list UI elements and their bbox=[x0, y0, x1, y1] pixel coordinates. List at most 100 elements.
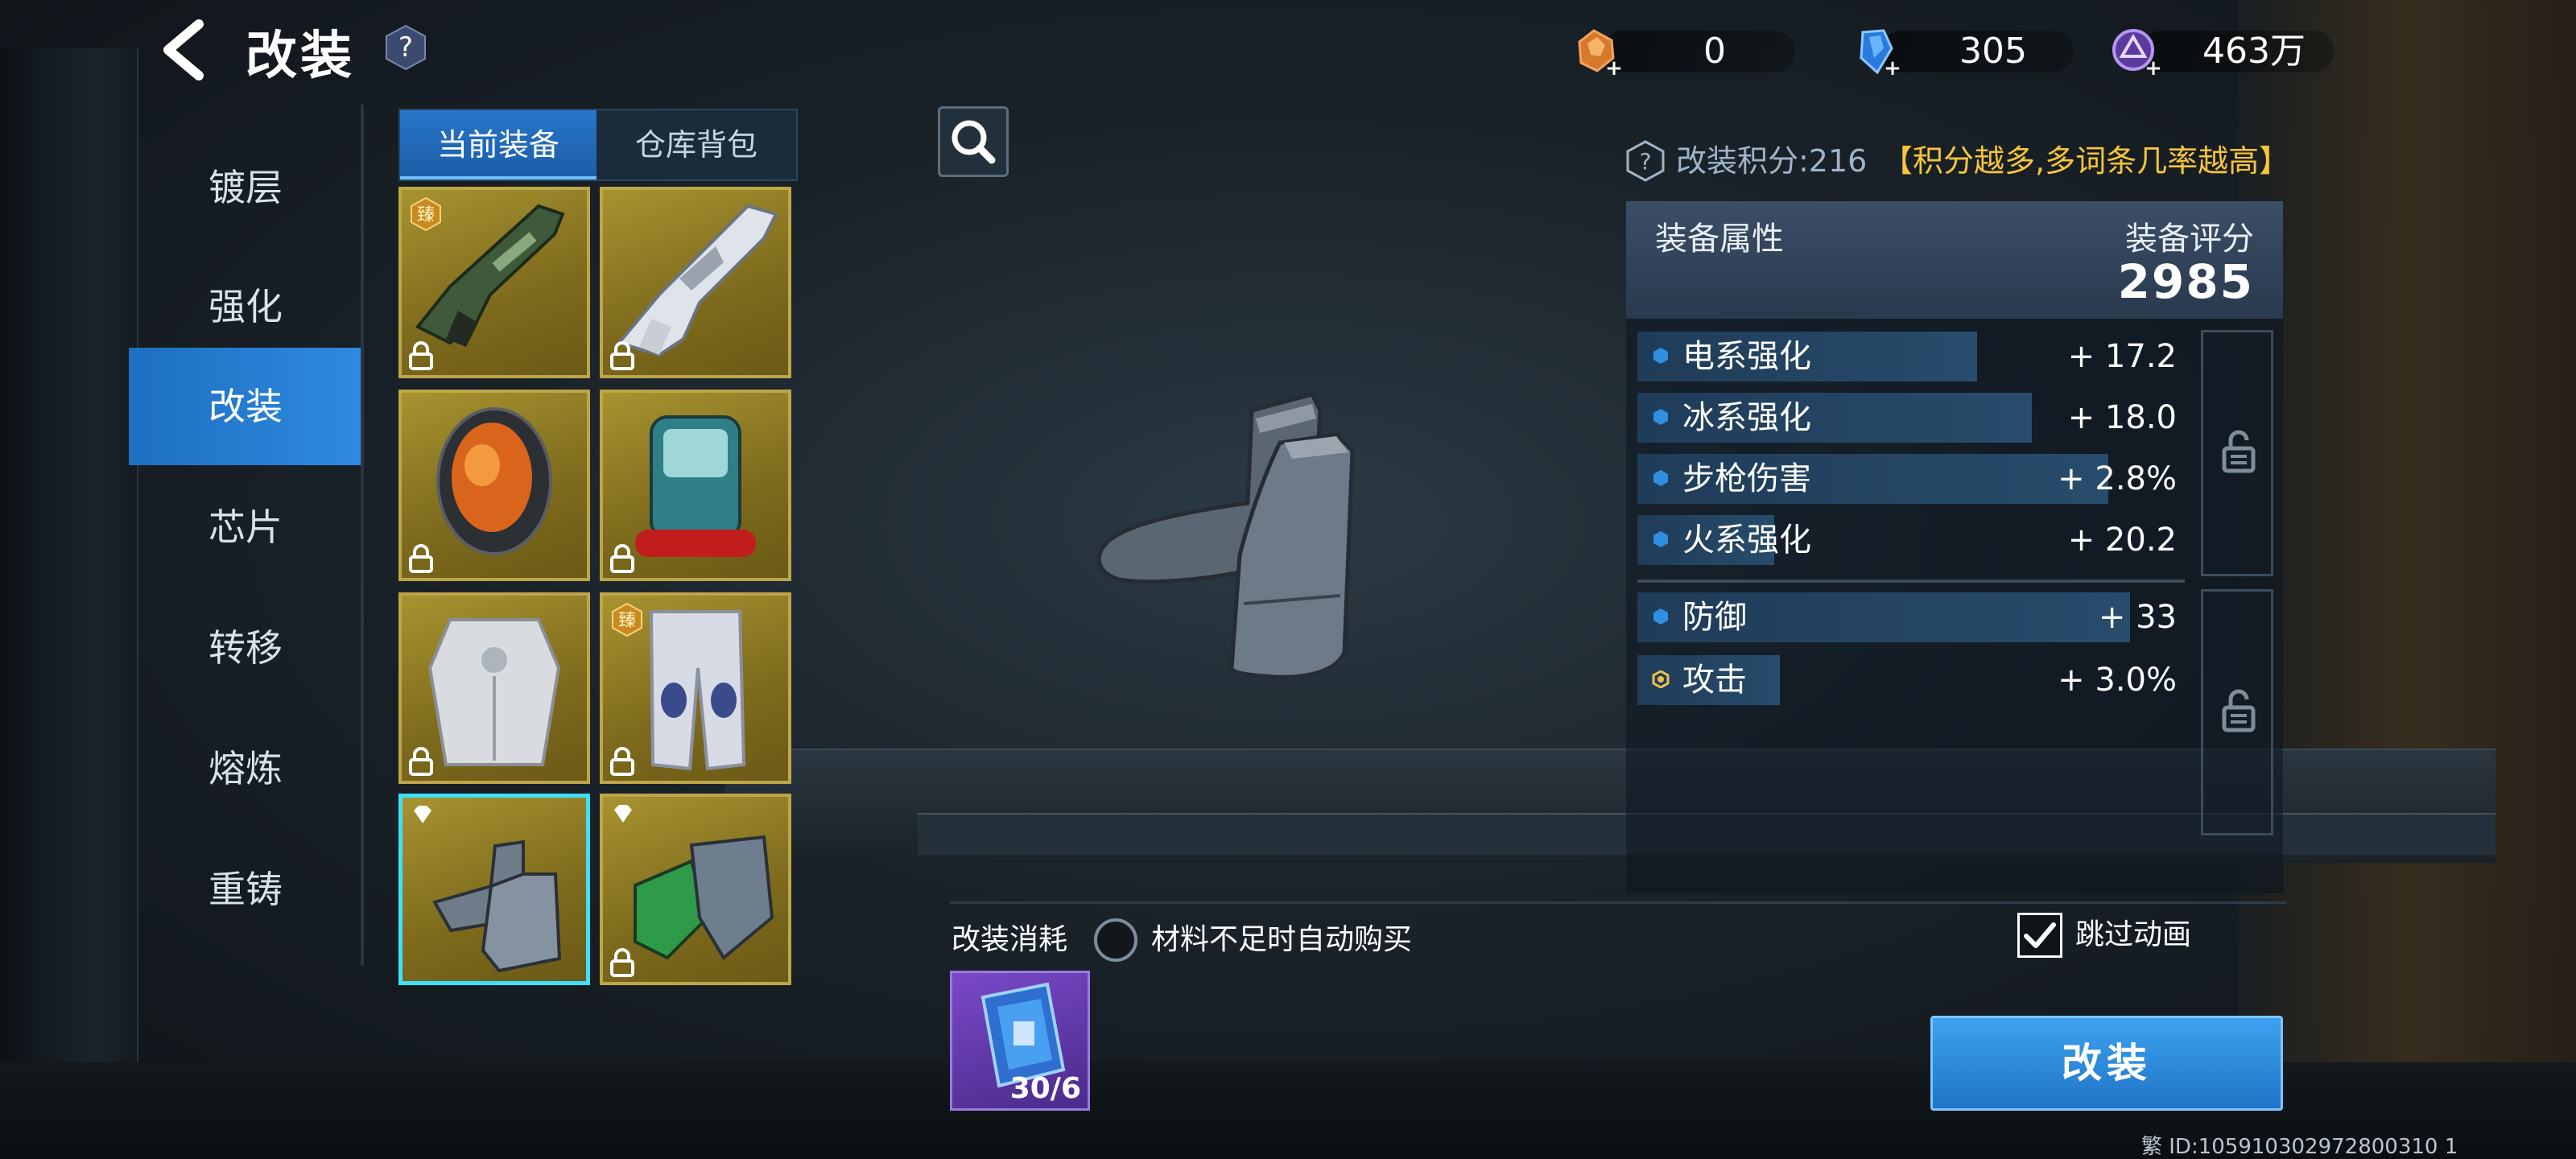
quality-badge: 臻 bbox=[609, 602, 645, 637]
plus-icon[interactable]: + bbox=[1604, 58, 1624, 79]
mod-score-hint: 【积分越多,多词条几率越高】 bbox=[1882, 143, 2290, 179]
equipment-slot-boots[interactable] bbox=[398, 794, 590, 985]
lock-icon bbox=[409, 747, 433, 776]
lock-icon bbox=[409, 544, 433, 573]
plus-icon[interactable]: + bbox=[1882, 58, 1903, 79]
player-id: 繁 ID:105910302972800310 1 bbox=[2141, 1135, 2458, 1159]
stat-value: + 20.2 bbox=[2067, 522, 2177, 559]
hex-dot-icon bbox=[1653, 608, 1668, 625]
nav-item-recast[interactable]: 重铸 bbox=[129, 831, 362, 948]
hex-dot-icon bbox=[1653, 409, 1668, 425]
currency-ore-value: 0 bbox=[1703, 31, 1726, 72]
help-button[interactable]: ? bbox=[385, 24, 427, 71]
nav-divider bbox=[361, 105, 364, 966]
stat-row: 冰系强化 + 18.0 bbox=[1637, 390, 2185, 446]
modify-button[interactable]: 改装 bbox=[1930, 1016, 2283, 1111]
stat-name: 冰系强化 bbox=[1682, 399, 1811, 436]
gold-hex-dot-icon bbox=[1652, 670, 1670, 688]
bottom-divider bbox=[950, 901, 2286, 904]
tab-current-equipment[interactable]: 当前装备 bbox=[400, 110, 597, 179]
checkmark-icon bbox=[2024, 922, 2056, 948]
boots-icon bbox=[431, 839, 562, 973]
stat-name: 攻击 bbox=[1682, 662, 1747, 699]
equipment-slot-armor[interactable] bbox=[398, 592, 590, 784]
attribute-lock-toggle[interactable] bbox=[2201, 589, 2273, 835]
page-title: 改装 bbox=[246, 27, 355, 86]
hex-dot-icon bbox=[1653, 531, 1668, 547]
gem-icon bbox=[614, 805, 632, 823]
hex-dot-icon bbox=[1653, 470, 1668, 486]
modify-material-item[interactable]: 30/6 bbox=[950, 971, 1090, 1111]
back-button[interactable] bbox=[157, 18, 213, 82]
auto-buy-radio[interactable] bbox=[1092, 916, 1140, 964]
score-header-label: 装备评分 bbox=[2125, 221, 2254, 258]
nav-item-smelt[interactable]: 熔炼 bbox=[129, 710, 362, 827]
auto-buy-label[interactable]: 材料不足时自动购买 bbox=[1151, 919, 1412, 961]
skip-animation-label[interactable]: 跳过动画 bbox=[2075, 913, 2191, 958]
nav-item-plating[interactable]: 镀层 bbox=[129, 129, 362, 246]
material-count: 30/6 bbox=[1009, 1072, 1081, 1105]
equipment-slot-backpack[interactable] bbox=[600, 390, 791, 581]
equipment-slot-pants[interactable]: 臻 bbox=[600, 592, 791, 784]
currency-coin-value: 463万 bbox=[2202, 31, 2306, 72]
stat-row: 步枪伤害 + 2.8% bbox=[1637, 451, 2185, 507]
stat-row: 火系强化 + 20.2 bbox=[1637, 512, 2185, 568]
nav-item-modify[interactable]: 改装 bbox=[129, 348, 362, 465]
stat-row: 攻击 + 3.0% bbox=[1637, 652, 2185, 708]
stat-value: + 2.8% bbox=[2058, 460, 2177, 497]
question-icon[interactable]: ? bbox=[1624, 140, 1666, 182]
currency-crystal-value: 305 bbox=[1959, 31, 2027, 72]
lock-icon bbox=[610, 341, 634, 370]
lock-icon bbox=[610, 544, 634, 573]
equipment-slot-rifle[interactable]: 臻 bbox=[398, 187, 590, 378]
stat-value: + 3.0% bbox=[2058, 662, 2177, 699]
attribute-lock-toggle[interactable] bbox=[2201, 330, 2273, 576]
nav-item-chip[interactable]: 芯片 bbox=[129, 468, 362, 586]
unlock-icon bbox=[2222, 430, 2256, 473]
stat-name: 步枪伤害 bbox=[1682, 460, 1811, 497]
equipment-tabs: 当前装备 仓库背包 bbox=[398, 109, 798, 181]
stats-header: 装备属性 装备评分 2985 bbox=[1626, 201, 2283, 319]
cost-label: 改装消耗 bbox=[952, 923, 1068, 956]
search-icon bbox=[952, 120, 996, 164]
svg-text:?: ? bbox=[1640, 148, 1652, 175]
nav-item-transfer[interactable]: 转移 bbox=[129, 589, 362, 707]
currency-crystal[interactable]: + 305 bbox=[1848, 26, 2106, 79]
mod-score-label: 改装积分:216 bbox=[1676, 143, 1868, 179]
boots-model-preview bbox=[1096, 392, 1355, 679]
gem-icon bbox=[414, 806, 431, 823]
stats-divider bbox=[1637, 580, 2185, 583]
hex-dot-icon bbox=[1653, 348, 1668, 364]
search-button[interactable] bbox=[938, 106, 1009, 177]
stat-value: + 17.2 bbox=[2067, 338, 2177, 375]
game-screen: 改装 ? + 0 + 305 + 463万 镀层 强化 改装 芯片 转移 熔炼 … bbox=[0, 0, 2576, 1159]
skip-animation-checkbox[interactable] bbox=[2017, 913, 2062, 958]
equipment-slot-helmet[interactable] bbox=[398, 390, 590, 581]
back-arrow-icon bbox=[163, 19, 204, 80]
stat-name: 防御 bbox=[1682, 599, 1747, 636]
plus-icon[interactable]: + bbox=[2143, 58, 2164, 79]
stats-panel: 装备属性 装备评分 2985 电系强化 + 17.2 冰系强化 + 18.0 步… bbox=[1626, 201, 2283, 893]
background-wall-left bbox=[0, 48, 138, 1095]
lock-icon bbox=[409, 341, 433, 370]
currency-coin[interactable]: + 463万 bbox=[2109, 26, 2367, 79]
tab-warehouse[interactable]: 仓库背包 bbox=[598, 110, 795, 179]
question-icon: ? bbox=[386, 24, 426, 71]
equipment-slot-white-rifle[interactable] bbox=[600, 187, 791, 378]
stat-row: 电系强化 + 17.2 bbox=[1637, 328, 2185, 385]
stat-value: + 33 bbox=[2098, 599, 2177, 636]
stat-value: + 18.0 bbox=[2067, 399, 2177, 436]
equipment-slot-gloves[interactable] bbox=[600, 794, 791, 985]
stat-name: 火系强化 bbox=[1682, 522, 1811, 559]
unlock-icon bbox=[2222, 689, 2256, 732]
svg-text:?: ? bbox=[398, 31, 413, 64]
currency-ore[interactable]: + 0 bbox=[1570, 26, 1827, 79]
equipment-score: 2985 bbox=[2117, 254, 2254, 309]
stat-row: 防御 + 33 bbox=[1637, 589, 2185, 645]
lock-icon bbox=[610, 747, 634, 776]
svg-text:臻: 臻 bbox=[618, 611, 636, 631]
svg-text:臻: 臻 bbox=[417, 205, 435, 225]
lock-icon bbox=[610, 948, 634, 977]
stat-name: 电系强化 bbox=[1682, 338, 1811, 375]
stats-header-label: 装备属性 bbox=[1655, 221, 1784, 258]
